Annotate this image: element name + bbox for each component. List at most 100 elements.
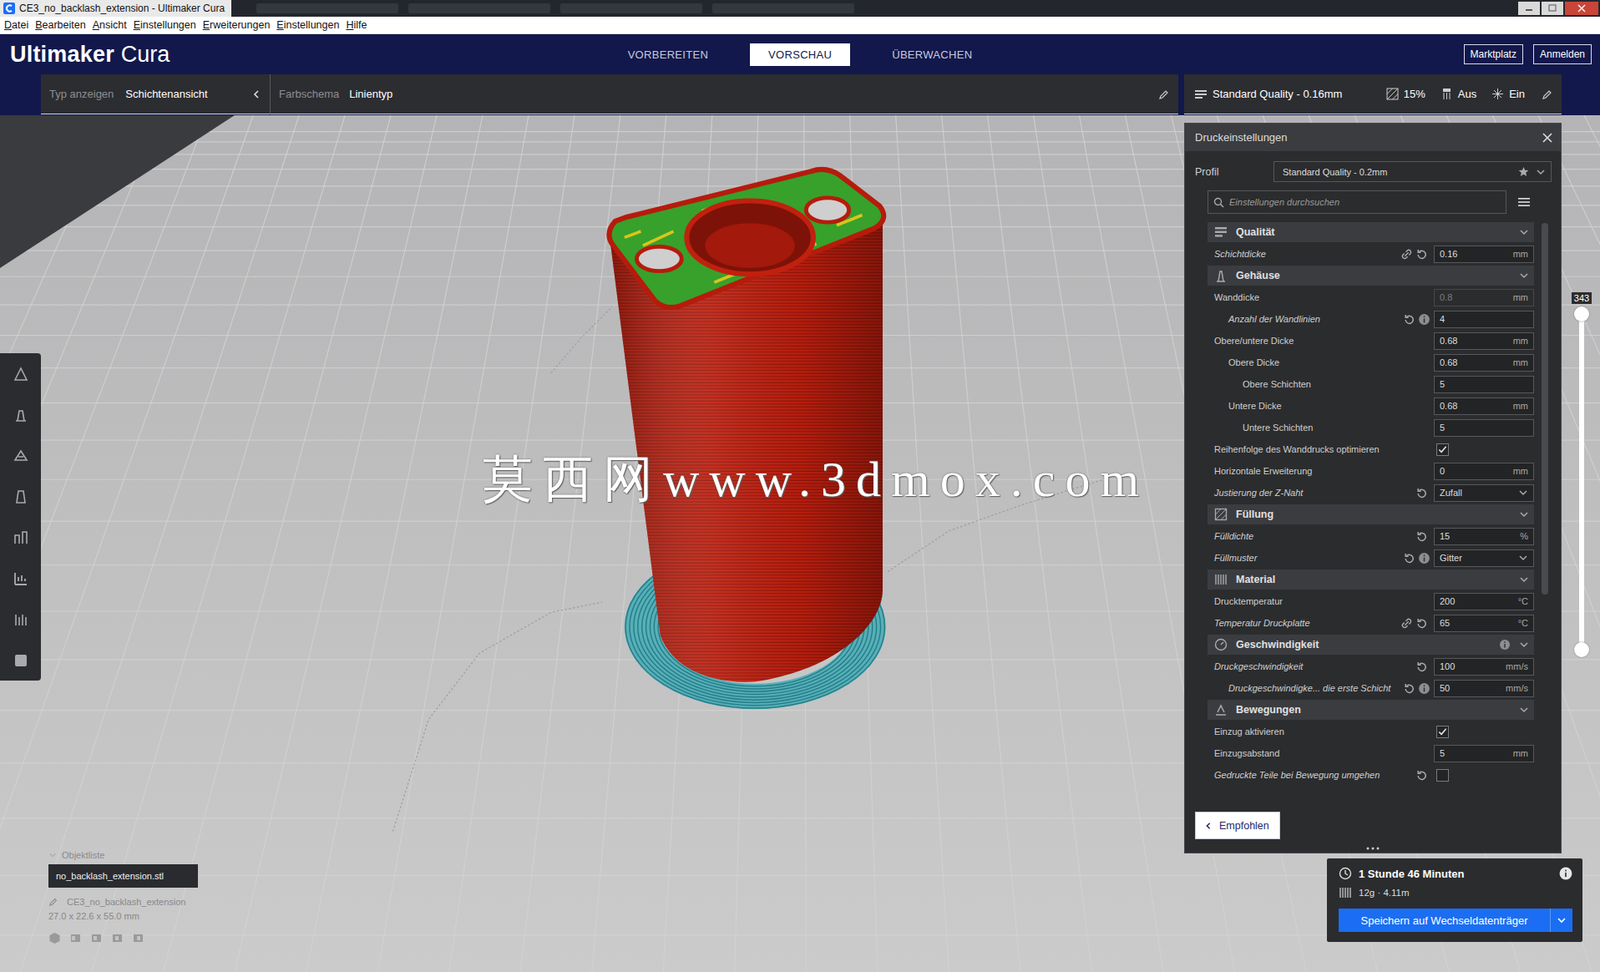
setting-checkbox[interactable] <box>1436 443 1449 456</box>
chevron-down-icon[interactable] <box>1518 574 1530 585</box>
chevron-down-icon[interactable] <box>1518 270 1530 281</box>
reset-icon[interactable] <box>1415 769 1428 782</box>
save-options-toggle[interactable] <box>1549 908 1573 932</box>
object-item[interactable]: no_backlash_extension.stl <box>48 864 198 888</box>
chevron-down-icon[interactable] <box>1518 639 1530 650</box>
reset-icon[interactable] <box>1415 660 1428 674</box>
menu-icon[interactable] <box>1518 197 1530 208</box>
settings-search-field[interactable] <box>1227 196 1506 208</box>
chevron-left-icon[interactable] <box>251 89 262 100</box>
marketplace-button[interactable]: Marktplatz <box>1463 44 1524 65</box>
top-view-icon[interactable] <box>90 931 103 945</box>
info-icon[interactable] <box>1417 313 1431 326</box>
settings-category[interactable]: Geschwindigkeit <box>1207 634 1535 655</box>
setting-field[interactable]: 4 <box>1433 310 1535 329</box>
tool-button[interactable] <box>0 475 41 517</box>
reset-icon[interactable] <box>1402 313 1416 326</box>
setting-field[interactable]: 0.16mm <box>1433 245 1535 264</box>
scrollbar[interactable] <box>1541 222 1549 595</box>
setting-checkbox[interactable] <box>1436 769 1449 782</box>
chevron-down-icon[interactable] <box>1518 552 1529 563</box>
pencil-icon[interactable] <box>1541 88 1554 101</box>
tool-button[interactable] <box>0 557 41 599</box>
setting-field[interactable]: 100mm/s <box>1433 658 1535 676</box>
chevron-down-icon[interactable] <box>1518 227 1530 238</box>
reset-icon[interactable] <box>1415 530 1428 543</box>
settings-category[interactable]: Qualität <box>1207 222 1535 243</box>
object-tool-icon[interactable] <box>11 651 31 670</box>
layer-slider-track[interactable] <box>1579 313 1584 650</box>
reset-icon[interactable] <box>1415 617 1428 630</box>
pencil-icon[interactable] <box>1158 88 1170 101</box>
layer-tool-icon[interactable] <box>11 610 31 629</box>
close-icon[interactable] <box>1542 132 1553 143</box>
chevron-down-icon[interactable] <box>1518 487 1529 498</box>
view-type-selector[interactable]: Typ anzeigenSchichtenansicht <box>40 74 271 115</box>
object-list-header[interactable]: Objektliste <box>48 850 198 861</box>
chevron-down-icon[interactable] <box>48 850 57 860</box>
chevron-down-icon[interactable] <box>1556 915 1567 926</box>
search-box[interactable] <box>1207 190 1507 214</box>
save-button[interactable]: Speichern auf Wechseldatenträger <box>1338 908 1573 932</box>
settings-category[interactable]: Füllung <box>1207 504 1535 525</box>
setting-field[interactable]: 15% <box>1433 527 1535 546</box>
tool-button[interactable] <box>0 394 41 436</box>
setting-field[interactable]: 0.8mm <box>1433 288 1535 307</box>
restore-icon[interactable] <box>1541 1 1564 16</box>
setting-field[interactable]: 200°C <box>1433 592 1535 611</box>
menu-item[interactable]: Hilfe <box>343 19 370 31</box>
setting-field[interactable]: 5mm <box>1433 744 1535 763</box>
viewport[interactable]: 莫西网www.3dmox.comDruckeinstellungenProfil… <box>0 115 1600 972</box>
reset-icon[interactable] <box>1415 486 1428 500</box>
cube-icon[interactable] <box>48 931 61 945</box>
left-view-icon[interactable] <box>111 931 124 945</box>
close-icon[interactable] <box>1564 1 1599 16</box>
setting-field[interactable]: 0mm <box>1433 462 1535 481</box>
scale-tool-icon[interactable] <box>11 405 31 425</box>
move-tool-icon[interactable] <box>11 364 31 384</box>
menu-item[interactable]: Ansicht <box>90 19 130 31</box>
star-icon[interactable] <box>1518 166 1530 178</box>
setting-field[interactable]: 65°C <box>1433 614 1535 633</box>
mirror-tool-icon[interactable] <box>11 487 31 507</box>
chevron-down-icon[interactable] <box>1518 509 1530 520</box>
setting-field[interactable]: 5 <box>1433 419 1535 437</box>
lower-layer-handle[interactable] <box>1574 642 1590 658</box>
stage-tab[interactable]: VORSCHAU <box>749 43 851 66</box>
info-icon[interactable] <box>1417 682 1431 695</box>
info-icon[interactable] <box>1417 551 1431 565</box>
reset-icon[interactable] <box>1402 551 1416 565</box>
sign-in-button[interactable]: Anmelden <box>1533 44 1592 65</box>
menu-item[interactable]: Erweiterungen <box>200 19 274 31</box>
setting-field[interactable]: 0.68mm <box>1433 397 1535 416</box>
menu-item[interactable]: Bearbeiten <box>32 19 88 31</box>
reset-icon[interactable] <box>1402 682 1416 695</box>
support-blocker-icon[interactable] <box>11 569 31 588</box>
tool-button[interactable] <box>0 353 41 395</box>
setting-dropdown[interactable]: Zufall <box>1433 484 1535 502</box>
profile-dropdown[interactable]: Standard Quality - 0.2mm <box>1273 161 1552 183</box>
per-model-settings-icon[interactable] <box>11 528 31 547</box>
rotate-tool-icon[interactable] <box>11 446 31 466</box>
upper-layer-handle[interactable] <box>1574 306 1590 322</box>
settings-category[interactable]: Bewegungen <box>1207 699 1535 720</box>
tool-button[interactable] <box>0 639 41 681</box>
link-icon[interactable] <box>1400 617 1413 630</box>
menu-item[interactable]: Einstellungen <box>273 19 342 31</box>
menu-item[interactable]: Datei <box>1 19 31 31</box>
stage-tab[interactable]: ÜBERWACHEN <box>873 43 991 66</box>
menu-item[interactable]: Einstellungen <box>131 19 199 31</box>
print-setup-bar[interactable]: Standard Quality - 0.16mm15%AusEin <box>1184 74 1562 115</box>
info-icon[interactable] <box>1498 638 1511 651</box>
right-view-icon[interactable] <box>131 931 145 945</box>
tool-button[interactable] <box>0 435 41 476</box>
setting-checkbox[interactable] <box>1436 725 1449 739</box>
front-view-icon[interactable] <box>69 931 82 945</box>
pencil-icon[interactable] <box>48 896 59 907</box>
tool-button[interactable] <box>0 598 41 640</box>
setting-field[interactable]: 5 <box>1433 375 1535 394</box>
tool-button[interactable] <box>0 516 41 558</box>
settings-category[interactable]: Gehäuse <box>1207 265 1535 286</box>
setting-dropdown[interactable]: Gitter <box>1433 549 1535 568</box>
settings-category[interactable]: Material <box>1207 569 1535 590</box>
